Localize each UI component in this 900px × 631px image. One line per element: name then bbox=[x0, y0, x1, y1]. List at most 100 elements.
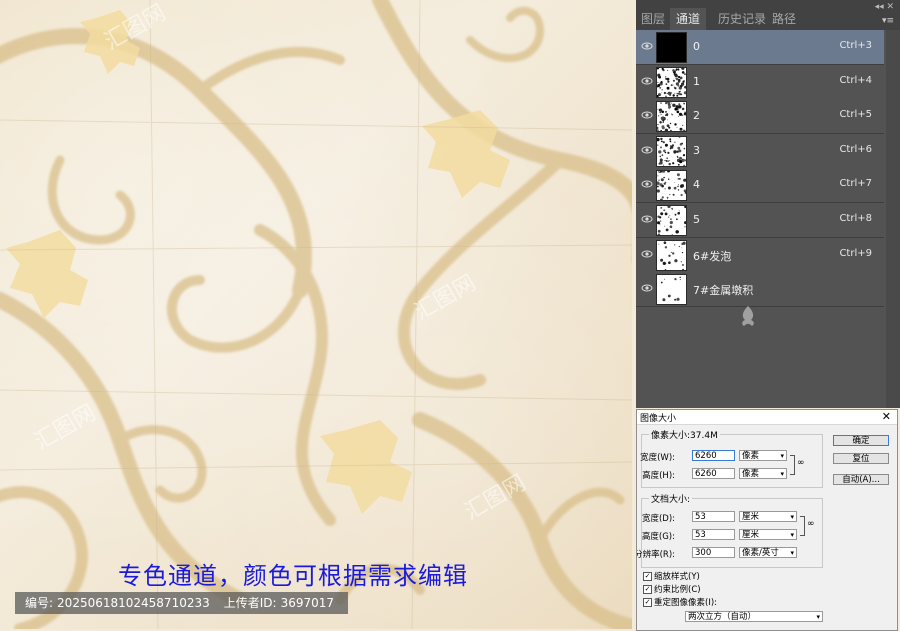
id-number-label: 编号: bbox=[25, 596, 54, 610]
resample-checkbox[interactable]: ✓ 重定图像像素(I): bbox=[643, 596, 717, 608]
eye-icon[interactable] bbox=[641, 283, 653, 293]
doc-link-bracket bbox=[800, 516, 805, 536]
reset-button[interactable]: 复位 bbox=[833, 453, 889, 464]
doc-width-unit-select[interactable]: 厘米 ▾ bbox=[739, 511, 797, 522]
pixel-dimensions-label: 像素大小:37.4M bbox=[649, 428, 720, 441]
panel-tabs: 图层 通道 历史记录 路径 ◂◂ ✕ ▾≡ bbox=[636, 0, 900, 31]
doc-height-unit-select[interactable]: 厘米 ▾ bbox=[739, 529, 797, 540]
close-icon[interactable]: ✕ bbox=[882, 410, 891, 423]
dialog-title: 图像大小 bbox=[640, 414, 677, 424]
tab-paths[interactable]: 路径 bbox=[772, 10, 796, 27]
uploader-id: 3697017 bbox=[280, 596, 335, 610]
auto-button[interactable]: 自动(A)... bbox=[833, 474, 889, 485]
channel-row[interactable]: 7#金属墩积 bbox=[636, 272, 884, 308]
channel-name: 0 bbox=[693, 40, 700, 53]
channel-name: 1 bbox=[693, 74, 700, 88]
uploader-label: 上传者ID: bbox=[223, 596, 277, 610]
svg-text:汇图网: 汇图网 bbox=[31, 401, 101, 456]
chevron-down-icon: ▾ bbox=[790, 549, 794, 557]
scrollbar[interactable] bbox=[886, 30, 900, 408]
doc-height-unit: 厘米 bbox=[742, 530, 760, 540]
channel-row[interactable]: 5 Ctrl+8 bbox=[636, 203, 884, 238]
eye-icon[interactable] bbox=[641, 179, 653, 189]
resolution-input[interactable]: 300 bbox=[692, 547, 735, 558]
constrain-proportions-checkbox[interactable]: ✓ 约束比例(C) bbox=[643, 583, 701, 595]
checkbox-check-icon: ✓ bbox=[643, 585, 652, 594]
resolution-unit: 像素/英寸 bbox=[742, 548, 779, 558]
dialog-titlebar: 图像大小 ✕ bbox=[637, 410, 897, 425]
pixel-width-label: 宽度(W): bbox=[640, 453, 675, 463]
chevron-down-icon: ▾ bbox=[780, 452, 784, 460]
eye-icon[interactable] bbox=[641, 249, 653, 259]
checkbox-check-icon: ✓ bbox=[643, 598, 652, 607]
resolution-label: 分辨率(R): bbox=[636, 550, 675, 560]
pixel-height-label: 高度(H): bbox=[642, 471, 675, 481]
doc-height-input[interactable]: 53 bbox=[692, 529, 735, 540]
chevron-down-icon: ▾ bbox=[790, 531, 794, 539]
tab-history[interactable]: 历史记录 bbox=[718, 10, 766, 27]
pixel-height-unit: 像素 bbox=[742, 469, 760, 479]
tab-layers[interactable]: 图层 bbox=[641, 10, 665, 27]
channel-shortcut: Ctrl+8 bbox=[839, 213, 872, 224]
huitu-watermark-icon bbox=[742, 306, 754, 326]
channel-shortcut: Ctrl+9 bbox=[839, 247, 872, 259]
eye-icon[interactable] bbox=[641, 214, 653, 224]
pixel-width-input[interactable]: 6260 bbox=[692, 450, 735, 461]
doc-height-label: 高度(G): bbox=[641, 532, 675, 542]
caption-text: 专色通道，颜色可根据需求编辑 bbox=[118, 562, 468, 590]
eye-icon[interactable] bbox=[641, 76, 653, 86]
pixel-width-unit-select[interactable]: 像素 ▾ bbox=[739, 450, 787, 461]
eye-icon[interactable] bbox=[641, 41, 653, 51]
resample-method-select[interactable]: 两次立方（自动） ▾ bbox=[685, 611, 823, 622]
channel-row[interactable]: 0 Ctrl+3 bbox=[636, 30, 884, 65]
id-number: 20250618102458710233 bbox=[57, 596, 210, 610]
doc-width-input[interactable]: 53 bbox=[692, 511, 735, 522]
ok-button[interactable]: 确定 bbox=[833, 435, 889, 446]
tab-channels[interactable]: 通道 bbox=[670, 8, 707, 31]
channel-thumbnail bbox=[656, 135, 687, 167]
pixel-height-input[interactable]: 6260 bbox=[692, 468, 735, 479]
channels-panel: 图层 通道 历史记录 路径 ◂◂ ✕ ▾≡ 0 Ctrl+3 1 Ctrl+4 2 Ctr… bbox=[636, 0, 900, 408]
channel-name: 4 bbox=[693, 178, 700, 192]
channel-row[interactable]: 2 Ctrl+5 bbox=[636, 99, 884, 135]
eye-icon[interactable] bbox=[641, 110, 653, 120]
doc-width-unit: 厘米 bbox=[742, 512, 760, 522]
chevron-down-icon: ▾ bbox=[780, 470, 784, 478]
channel-name: 2 bbox=[693, 109, 700, 123]
channel-shortcut: Ctrl+6 bbox=[839, 143, 872, 155]
channel-thumbnail bbox=[656, 66, 687, 98]
texture-canvas: 汇图网 汇图网 汇图网 汇图网 专色通道，颜色可根据需求编辑 编号: 202506… bbox=[0, 0, 632, 629]
resolution-unit-select[interactable]: 像素/英寸 ▾ bbox=[739, 547, 797, 558]
collapse-icon[interactable]: ◂◂ ✕ bbox=[875, 2, 894, 12]
scale-styles-checkbox[interactable]: ✓ 缩放样式(Y) bbox=[643, 570, 700, 582]
channel-shortcut: Ctrl+7 bbox=[839, 178, 872, 190]
channel-row[interactable]: 4 Ctrl+7 bbox=[636, 168, 884, 204]
channel-name: 5 bbox=[693, 213, 700, 226]
channel-name: 7#金属墩积 bbox=[693, 284, 754, 298]
chevron-down-icon: ▾ bbox=[816, 613, 820, 621]
channel-shortcut: Ctrl+5 bbox=[839, 109, 872, 121]
channel-thumbnail bbox=[656, 274, 687, 306]
channel-row[interactable]: 1 Ctrl+4 bbox=[636, 64, 884, 100]
channel-shortcut: Ctrl+4 bbox=[839, 74, 872, 86]
damask-pattern: 汇图网 汇图网 汇图网 汇图网 bbox=[0, 0, 632, 629]
channel-thumbnail bbox=[656, 32, 687, 63]
channel-thumbnail bbox=[656, 170, 687, 202]
pixel-link-bracket bbox=[790, 455, 795, 475]
scale-styles-label: 缩放样式(Y) bbox=[654, 572, 700, 582]
channel-thumbnail bbox=[656, 239, 687, 271]
resample-method: 两次立方（自动） bbox=[688, 612, 757, 622]
pixel-width-unit: 像素 bbox=[742, 451, 760, 461]
chain-link-icon: ∞ bbox=[797, 458, 805, 468]
chevron-down-icon: ▾ bbox=[790, 513, 794, 521]
panel-menu-icon[interactable]: ▾≡ bbox=[882, 16, 894, 26]
channel-name: 3 bbox=[693, 143, 700, 157]
pixel-height-unit-select[interactable]: 像素 ▾ bbox=[739, 468, 787, 479]
resample-label: 重定图像像素(I): bbox=[654, 598, 718, 608]
eye-icon[interactable] bbox=[641, 145, 653, 155]
channel-row[interactable]: 6#发泡 Ctrl+9 bbox=[636, 237, 884, 273]
channel-row[interactable]: 3 Ctrl+6 bbox=[636, 133, 884, 169]
channel-thumbnail bbox=[656, 205, 687, 236]
svg-text:汇图网: 汇图网 bbox=[411, 271, 481, 326]
channel-name: 6#发泡 bbox=[693, 249, 732, 263]
